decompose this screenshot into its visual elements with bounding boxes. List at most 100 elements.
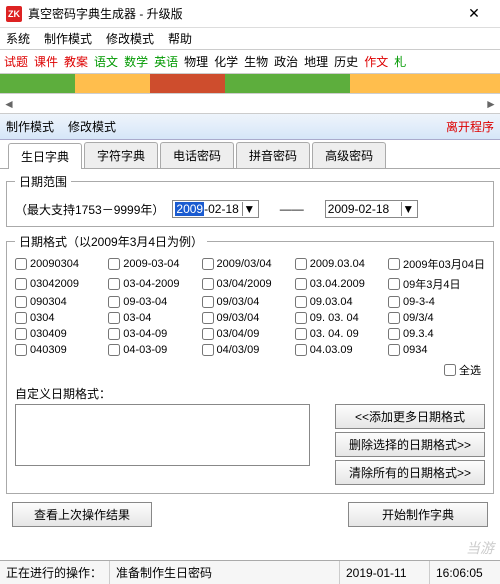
format-option-16[interactable]: 03-04 bbox=[108, 312, 199, 324]
date-to-field[interactable] bbox=[328, 202, 398, 216]
tab-1[interactable]: 字符字典 bbox=[84, 142, 158, 168]
format-checkbox-18[interactable] bbox=[295, 312, 307, 324]
format-checkbox-3[interactable] bbox=[295, 258, 307, 270]
format-option-6[interactable]: 03-04-2009 bbox=[108, 276, 199, 292]
format-checkbox-21[interactable] bbox=[108, 328, 120, 340]
format-option-2[interactable]: 2009/03/04 bbox=[202, 256, 293, 272]
format-checkbox-15[interactable] bbox=[15, 312, 27, 324]
format-option-20[interactable]: 030409 bbox=[15, 328, 106, 340]
format-option-17[interactable]: 09/03/04 bbox=[202, 312, 293, 324]
scroll-right-icon[interactable]: ► bbox=[482, 97, 500, 111]
format-option-27[interactable]: 04/03/09 bbox=[202, 344, 293, 356]
format-option-18[interactable]: 09. 03. 04 bbox=[295, 312, 386, 324]
subject-1[interactable]: 课件 bbox=[34, 53, 58, 70]
format-option-0[interactable]: 20090304 bbox=[15, 256, 106, 272]
view-last-result-button[interactable]: 查看上次操作结果 bbox=[12, 502, 152, 527]
format-option-12[interactable]: 09/03/04 bbox=[202, 296, 293, 308]
format-checkbox-10[interactable] bbox=[15, 296, 27, 308]
format-checkbox-29[interactable] bbox=[388, 344, 400, 356]
close-icon[interactable]: ✕ bbox=[454, 5, 494, 22]
format-option-21[interactable]: 03-04-09 bbox=[108, 328, 199, 340]
subject-3[interactable]: 语文 bbox=[94, 53, 118, 70]
clear-format-button[interactable]: 清除所有的日期格式>> bbox=[335, 460, 485, 485]
tab-4[interactable]: 高级密码 bbox=[312, 142, 386, 168]
format-checkbox-12[interactable] bbox=[202, 296, 214, 308]
format-checkbox-9[interactable] bbox=[388, 278, 400, 290]
format-option-9[interactable]: 09年3月4日 bbox=[388, 276, 485, 292]
format-option-28[interactable]: 04.03.09 bbox=[295, 344, 386, 356]
format-checkbox-5[interactable] bbox=[15, 278, 27, 290]
format-checkbox-11[interactable] bbox=[108, 296, 120, 308]
format-checkbox-23[interactable] bbox=[295, 328, 307, 340]
format-option-29[interactable]: 0934 bbox=[388, 344, 485, 356]
chevron-down-icon[interactable]: ▼ bbox=[242, 202, 256, 216]
format-option-15[interactable]: 0304 bbox=[15, 312, 106, 324]
subject-10[interactable]: 地理 bbox=[304, 53, 328, 70]
format-checkbox-6[interactable] bbox=[108, 278, 120, 290]
format-checkbox-13[interactable] bbox=[295, 296, 307, 308]
subject-12[interactable]: 作文 bbox=[364, 53, 388, 70]
subject-11[interactable]: 历史 bbox=[334, 53, 358, 70]
chevron-down-icon[interactable]: ▼ bbox=[401, 202, 415, 216]
tab-2[interactable]: 电话密码 bbox=[160, 142, 234, 168]
subject-2[interactable]: 教案 bbox=[64, 53, 88, 70]
leave-program[interactable]: 离开程序 bbox=[446, 118, 494, 135]
subject-0[interactable]: 试题 bbox=[4, 53, 28, 70]
format-option-11[interactable]: 09-03-04 bbox=[108, 296, 199, 308]
format-option-10[interactable]: 090304 bbox=[15, 296, 106, 308]
format-option-4[interactable]: 2009年03月04日 bbox=[388, 256, 485, 272]
format-checkbox-28[interactable] bbox=[295, 344, 307, 356]
format-checkbox-19[interactable] bbox=[388, 312, 400, 324]
mode-make[interactable]: 制作模式 bbox=[6, 118, 54, 135]
subject-5[interactable]: 英语 bbox=[154, 53, 178, 70]
subject-4[interactable]: 数学 bbox=[124, 53, 148, 70]
start-make-button[interactable]: 开始制作字典 bbox=[348, 502, 488, 527]
format-option-3[interactable]: 2009.03.04 bbox=[295, 256, 386, 272]
add-format-button[interactable]: <<添加更多日期格式 bbox=[335, 404, 485, 429]
format-checkbox-20[interactable] bbox=[15, 328, 27, 340]
custom-format-input[interactable] bbox=[15, 404, 310, 466]
date-to-input[interactable]: ▼ bbox=[325, 200, 418, 218]
format-checkbox-14[interactable] bbox=[388, 296, 400, 308]
select-all-box[interactable] bbox=[444, 364, 456, 376]
select-all-checkbox[interactable]: 全选 bbox=[444, 362, 481, 378]
subject-9[interactable]: 政治 bbox=[274, 53, 298, 70]
format-option-25[interactable]: 040309 bbox=[15, 344, 106, 356]
format-option-24[interactable]: 09.3.4 bbox=[388, 328, 485, 340]
delete-format-button[interactable]: 删除选择的日期格式>> bbox=[335, 432, 485, 457]
format-checkbox-8[interactable] bbox=[295, 278, 307, 290]
mode-modify[interactable]: 修改模式 bbox=[68, 118, 116, 135]
format-option-5[interactable]: 03042009 bbox=[15, 276, 106, 292]
format-checkbox-27[interactable] bbox=[202, 344, 214, 356]
format-option-14[interactable]: 09-3-4 bbox=[388, 296, 485, 308]
format-checkbox-22[interactable] bbox=[202, 328, 214, 340]
subject-13[interactable]: 札 bbox=[394, 53, 406, 70]
format-option-13[interactable]: 09.03.04 bbox=[295, 296, 386, 308]
format-checkbox-25[interactable] bbox=[15, 344, 27, 356]
format-checkbox-16[interactable] bbox=[108, 312, 120, 324]
scroll-left-icon[interactable]: ◄ bbox=[0, 97, 18, 111]
menu-modify[interactable]: 修改模式 bbox=[106, 30, 154, 47]
tab-3[interactable]: 拼音密码 bbox=[236, 142, 310, 168]
menu-help[interactable]: 帮助 bbox=[168, 30, 192, 47]
format-option-19[interactable]: 09/3/4 bbox=[388, 312, 485, 324]
format-option-1[interactable]: 2009-03-04 bbox=[108, 256, 199, 272]
subject-7[interactable]: 化学 bbox=[214, 53, 238, 70]
tab-0[interactable]: 生日字典 bbox=[8, 143, 82, 169]
format-checkbox-2[interactable] bbox=[202, 258, 214, 270]
format-option-7[interactable]: 03/04/2009 bbox=[202, 276, 293, 292]
format-checkbox-17[interactable] bbox=[202, 312, 214, 324]
format-checkbox-0[interactable] bbox=[15, 258, 27, 270]
menu-system[interactable]: 系统 bbox=[6, 30, 30, 47]
format-checkbox-4[interactable] bbox=[388, 258, 400, 270]
format-checkbox-1[interactable] bbox=[108, 258, 120, 270]
menu-make[interactable]: 制作模式 bbox=[44, 30, 92, 47]
format-checkbox-7[interactable] bbox=[202, 278, 214, 290]
format-option-22[interactable]: 03/04/09 bbox=[202, 328, 293, 340]
subject-6[interactable]: 物理 bbox=[184, 53, 208, 70]
subject-8[interactable]: 生物 bbox=[244, 53, 268, 70]
format-checkbox-24[interactable] bbox=[388, 328, 400, 340]
format-checkbox-26[interactable] bbox=[108, 344, 120, 356]
date-from-input[interactable]: 2009-02-18 ▼ bbox=[172, 200, 258, 218]
format-option-8[interactable]: 03.04.2009 bbox=[295, 276, 386, 292]
